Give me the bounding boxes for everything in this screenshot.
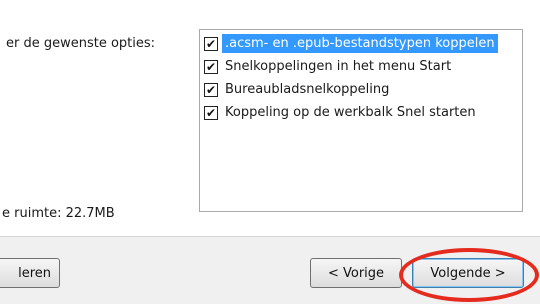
checkbox-file-association[interactable]: ✔	[204, 36, 218, 51]
next-button[interactable]: Volgende >	[412, 258, 524, 288]
checkbox-quick-launch[interactable]: ✔	[204, 105, 218, 120]
back-button[interactable]: < Vorige	[310, 258, 402, 288]
checkmark-icon: ✔	[205, 59, 217, 74]
option-quick-launch[interactable]: ✔ Koppeling op de werkbalk Snel starten	[204, 103, 479, 122]
checkmark-icon: ✔	[205, 82, 217, 97]
button-bar: leren < Vorige Volgende >	[0, 236, 540, 304]
instruction-label: er de gewenste opties:	[6, 36, 156, 51]
option-label: Snelkoppelingen in het menu Start	[225, 59, 452, 74]
option-file-association[interactable]: ✔ .acsm- en .epub-bestandstypen koppelen	[204, 34, 498, 53]
checkmark-icon: ✔	[205, 105, 217, 120]
option-label: .acsm- en .epub-bestandstypen koppelen	[222, 34, 498, 53]
options-panel: er de gewenste opties: ✔ .acsm- en .epub…	[0, 0, 540, 232]
option-label: Bureaubladsnelkoppeling	[225, 82, 390, 97]
options-listbox[interactable]: ✔ .acsm- en .epub-bestandstypen koppelen…	[199, 29, 523, 212]
cancel-button[interactable]: leren	[0, 258, 60, 288]
checkbox-start-menu-shortcuts[interactable]: ✔	[204, 59, 218, 74]
option-start-menu-shortcuts[interactable]: ✔ Snelkoppelingen in het menu Start	[204, 57, 454, 76]
option-desktop-shortcut[interactable]: ✔ Bureaubladsnelkoppeling	[204, 80, 392, 99]
space-required-label: e ruimte: 22.7MB	[2, 206, 115, 221]
checkbox-desktop-shortcut[interactable]: ✔	[204, 82, 218, 97]
option-label: Koppeling op de werkbalk Snel starten	[225, 105, 476, 120]
checkmark-icon: ✔	[205, 36, 217, 51]
